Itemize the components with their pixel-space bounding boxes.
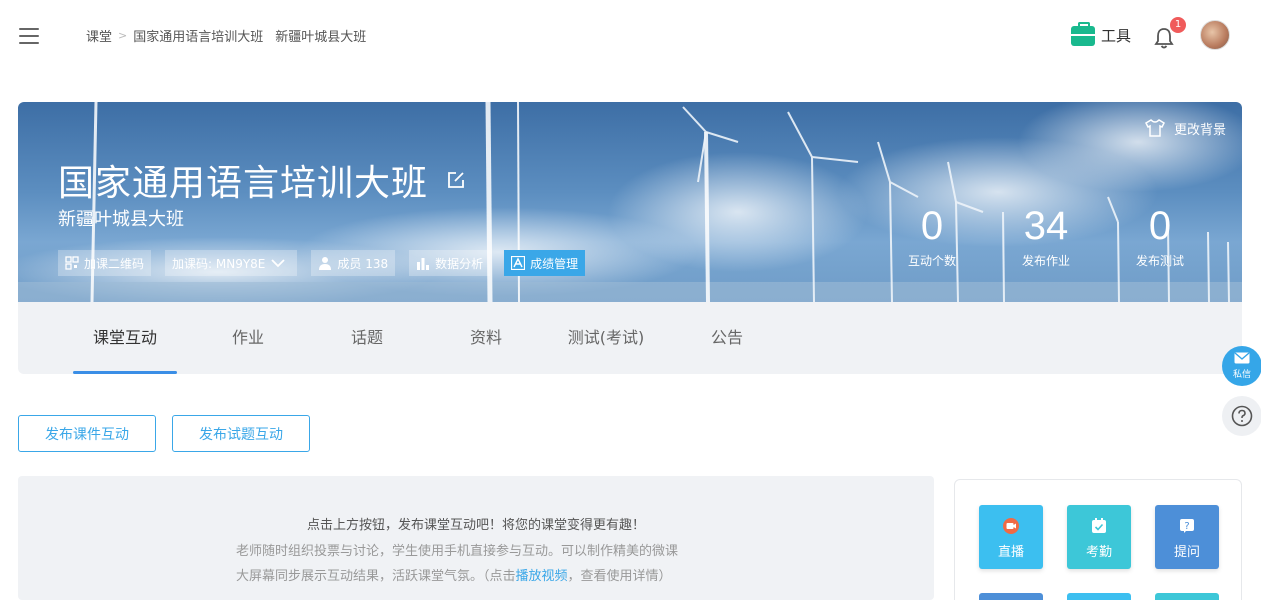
tab-topics[interactable]: 话题	[327, 302, 407, 374]
empty-state-line1: 老师随时组织投票与讨论，学生使用手机直接参与互动。可以制作精美的微课	[236, 544, 679, 559]
next-tool-tile[interactable]	[1155, 593, 1219, 600]
avatar[interactable]	[1200, 20, 1230, 50]
private-message-label: 私信	[1232, 370, 1251, 380]
user-icon	[319, 257, 332, 270]
grades-icon	[511, 256, 526, 270]
tab-materials[interactable]: 资料	[446, 302, 526, 374]
stat-homework: 34 发布作业	[1011, 202, 1081, 269]
class-name: 新疆叶城县大班	[58, 209, 184, 230]
classroom-tools-card: 直播 考勤 ? 提问	[954, 479, 1242, 600]
question-label: 提问	[1173, 545, 1200, 560]
stat-interactions: 0 互动个数	[897, 202, 967, 269]
qr-code-label: 加课二维码	[84, 256, 145, 271]
menu-icon[interactable]	[19, 28, 39, 44]
breadcrumb: 课堂 > 国家通用语言培训大班 新疆叶城县大班	[86, 26, 366, 45]
interaction-empty-state: 点击上方按钮，发布课堂互动吧！将您的课堂变得更有趣！ 老师随时组织投票与讨论，学…	[18, 476, 934, 600]
qr-code-icon	[65, 256, 79, 270]
class-code-label: 加课码: MN9Y8E	[172, 256, 266, 271]
change-background-button[interactable]: 更改背景	[1144, 118, 1226, 138]
members-label: 成员 138	[337, 256, 389, 271]
empty-state-line2-prefix: 大屏幕同步展示互动结果，活跃课堂气氛。（点击	[236, 569, 516, 584]
course-title-text: 国家通用语言培训大班	[58, 163, 429, 204]
stat-interactions-value: 0	[920, 204, 944, 248]
tab-homework[interactable]: 作业	[208, 302, 288, 374]
attendance-label: 考勤	[1085, 545, 1112, 560]
members-button[interactable]: 成员 138	[311, 250, 396, 276]
analytics-label: 数据分析	[435, 256, 484, 271]
tab-tests[interactable]: 测试(考试)	[556, 302, 656, 374]
live-icon	[1003, 518, 1019, 534]
chevron-down-icon	[271, 259, 286, 268]
next-tool-tile[interactable]	[1067, 593, 1131, 600]
stat-interactions-label: 互动个数	[907, 254, 956, 268]
course-tabs: 课堂互动 作业 话题 资料 测试(考试) 公告	[18, 302, 1242, 374]
grades-button[interactable]: 成绩管理	[504, 250, 586, 276]
play-video-link[interactable]: 播放视频	[516, 569, 568, 584]
analytics-button[interactable]: 数据分析	[409, 250, 491, 276]
course-banner: 更改背景 国家通用语言培训大班 新疆叶城县大班 加课二维码 加课码: MN9Y8…	[18, 102, 1242, 302]
edit-icon[interactable]	[446, 170, 466, 190]
stat-tests: 0 发布测试	[1125, 202, 1195, 269]
private-message-button[interactable]: 私信	[1222, 346, 1261, 386]
tools-button[interactable]: 工具	[1071, 21, 1132, 46]
breadcrumb-course[interactable]: 国家通用语言培训大班	[133, 26, 263, 45]
svg-text:?: ?	[1184, 521, 1189, 532]
next-tool-tile[interactable]	[979, 593, 1043, 600]
publish-courseware-button[interactable]: 发布课件互动	[18, 415, 156, 452]
help-button[interactable]	[1222, 396, 1261, 436]
tab-interaction[interactable]: 课堂互动	[73, 302, 177, 374]
stat-homework-value: 34	[1023, 204, 1069, 248]
bar-chart-icon	[417, 258, 430, 270]
empty-state-title: 点击上方按钮，发布课堂互动吧！将您的课堂变得更有趣！	[306, 518, 645, 533]
breadcrumb-home[interactable]: 课堂	[86, 26, 112, 45]
tab-announcements[interactable]: 公告	[687, 302, 767, 374]
qr-code-button[interactable]: 加课二维码	[58, 250, 152, 276]
question-icon: ?	[1180, 519, 1194, 533]
live-label: 直播	[997, 545, 1024, 560]
help-icon	[1231, 405, 1253, 427]
breadcrumb-separator: >	[118, 29, 128, 42]
change-background-label: 更改背景	[1173, 122, 1226, 138]
course-title: 国家通用语言培训大班	[58, 154, 466, 206]
stat-homework-label: 发布作业	[1021, 254, 1070, 268]
tshirt-icon	[1145, 119, 1165, 137]
class-code-dropdown[interactable]: 加课码: MN9Y8E	[165, 250, 298, 276]
course-actions: 加课二维码 加课码: MN9Y8E 成员 138 数据分析 成绩管理	[58, 250, 599, 276]
top-bar: 课堂 > 国家通用语言培训大班 新疆叶城县大班 工具 1	[0, 0, 1261, 72]
grades-label: 成绩管理	[530, 256, 579, 271]
question-button[interactable]: ? 提问	[1155, 505, 1219, 569]
publish-question-button[interactable]: 发布试题互动	[172, 415, 310, 452]
mail-icon	[1234, 352, 1250, 364]
toolbox-icon	[1071, 21, 1095, 46]
empty-state-line2: 大屏幕同步展示互动结果，活跃课堂气氛。（点击播放视频，查看使用详情）	[236, 564, 716, 589]
notification-badge: 1	[1170, 17, 1186, 33]
stat-tests-label: 发布测试	[1135, 254, 1184, 268]
breadcrumb-class: 新疆叶城县大班	[275, 30, 367, 45]
empty-state-line2-suffix: ，查看使用详情）	[567, 569, 672, 584]
tools-label: 工具	[1101, 27, 1132, 45]
attendance-button[interactable]: 考勤	[1067, 505, 1131, 569]
stat-tests-value: 0	[1148, 204, 1172, 248]
live-button[interactable]: 直播	[979, 505, 1043, 569]
attendance-icon	[1092, 518, 1106, 533]
empty-state-description: 老师随时组织投票与讨论，学生使用手机直接参与互动。可以制作精美的微课 大屏幕同步…	[236, 539, 716, 589]
